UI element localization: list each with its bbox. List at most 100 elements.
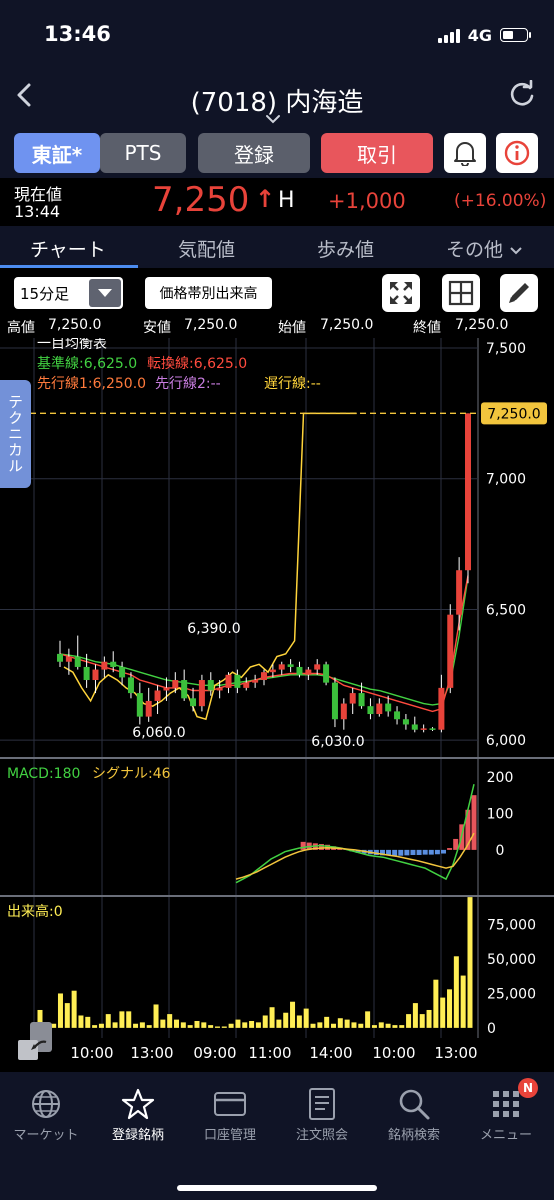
up-arrow-icon: ↑ xyxy=(255,185,276,213)
volume-bar xyxy=(71,990,77,1028)
volume-bar xyxy=(399,1025,405,1028)
volume-bar xyxy=(112,1022,118,1028)
interval-select[interactable]: 15分足 xyxy=(14,277,123,309)
market-tse-button[interactable]: 東証* xyxy=(14,133,100,173)
tab-chart[interactable]: チャート xyxy=(30,235,106,262)
macd-histogram-bar xyxy=(471,795,477,850)
candle-body xyxy=(154,690,161,701)
grid-layout-icon[interactable] xyxy=(442,274,480,312)
macd-histogram-bar xyxy=(300,841,306,850)
bottom-nav-market[interactable]: マーケット xyxy=(0,1084,92,1143)
volume-bar xyxy=(385,1023,391,1028)
volume-bar xyxy=(303,1008,309,1028)
tab-other[interactable]: その他 xyxy=(446,235,523,262)
bottom-nav-search[interactable]: 銘柄検索 xyxy=(368,1084,460,1143)
candle-body xyxy=(305,669,312,675)
volume-bar xyxy=(276,1019,282,1028)
candle-body xyxy=(163,687,170,691)
time-tick-label: 10:00 xyxy=(372,1044,415,1062)
register-button[interactable]: 登録 xyxy=(198,133,310,173)
macd-histogram-bar xyxy=(434,849,440,855)
volume-bar xyxy=(351,1022,357,1028)
macd-histogram-bar xyxy=(422,849,428,855)
candle-body xyxy=(340,703,347,720)
candle-body xyxy=(314,664,321,670)
signal-title: シグナル:46 xyxy=(92,766,171,782)
candle-body xyxy=(456,570,463,615)
volume-bar xyxy=(153,1004,159,1028)
low-label: 安値 xyxy=(143,320,171,336)
market-pts-button[interactable]: PTS xyxy=(100,133,186,173)
volume-bar xyxy=(447,989,453,1028)
volume-bar xyxy=(419,1014,425,1028)
scroll-to-latest-icon[interactable] xyxy=(14,1018,58,1062)
macd-tick-label: 100 xyxy=(487,806,514,822)
volume-profile-button[interactable]: 価格帯別出来高 xyxy=(145,277,272,309)
globe-icon xyxy=(32,1090,60,1118)
volume-bar xyxy=(167,1014,173,1028)
pencil-icon[interactable] xyxy=(500,274,538,312)
volume-bar xyxy=(255,1022,261,1028)
time-tick-label: 11:00 xyxy=(248,1044,291,1062)
candle-body xyxy=(243,682,250,688)
open-value: 7,250.0 xyxy=(320,317,374,333)
time-tick-label: 09:00 xyxy=(193,1044,236,1062)
refresh-icon[interactable] xyxy=(508,79,536,115)
candle-body xyxy=(420,728,427,730)
candle-body xyxy=(394,711,401,720)
volume-bar xyxy=(249,1020,255,1028)
volume-bar xyxy=(92,1025,98,1028)
bottom-nav-menu[interactable]: N メニュー xyxy=(460,1078,552,1143)
notification-badge: N xyxy=(518,1078,538,1098)
technical-side-tab[interactable]: テクニカル xyxy=(0,380,31,488)
price-annotation: 6,030.0 xyxy=(311,734,364,750)
home-indicator xyxy=(177,1185,377,1191)
volume-bar xyxy=(392,1025,398,1028)
status-bar: 13:46 4G xyxy=(0,0,554,66)
volume-bar xyxy=(180,1022,186,1028)
tab-quotes[interactable]: 気配値 xyxy=(178,235,235,262)
candle-body xyxy=(385,703,392,712)
stock-chart[interactable]: 7,500 7,000 6,500 6,000 7,250.0 6,390.0 6,060.… xyxy=(0,338,554,1072)
bell-icon[interactable] xyxy=(444,133,486,173)
candle-body xyxy=(287,664,294,667)
legend-senko1: 先行線1:6,250.0 xyxy=(37,376,146,392)
volume-bar xyxy=(296,1015,302,1028)
volume-bar xyxy=(330,1023,336,1028)
volume-bar xyxy=(64,1003,70,1028)
macd-tick-label: 0 xyxy=(496,843,505,859)
price-change-pct: (+16.00%) xyxy=(454,191,547,211)
bottom-nav-account[interactable]: 口座管理 xyxy=(184,1084,276,1143)
volume-bar xyxy=(365,1011,371,1028)
candle-body xyxy=(92,669,99,681)
chevron-down-icon[interactable] xyxy=(265,112,281,128)
candle-body xyxy=(234,674,241,688)
candle-body xyxy=(181,680,188,699)
trade-button[interactable]: 取引 xyxy=(321,133,433,173)
macd-histogram-bar xyxy=(392,849,398,856)
time-tick-label: 13:00 xyxy=(130,1044,173,1062)
volume-bar xyxy=(371,1025,377,1028)
volume-bar xyxy=(57,993,63,1028)
macd-histogram-bar xyxy=(398,849,404,856)
bottom-nav-watchlist[interactable]: 登録銘柄 xyxy=(92,1084,184,1143)
bottom-nav-orders[interactable]: 注文照会 xyxy=(276,1084,368,1143)
signal-icon xyxy=(437,27,460,43)
candle-body xyxy=(323,664,330,683)
close-value: 7,250.0 xyxy=(455,317,509,333)
ohlc-summary: 高値 7,250.0 安値 7,250.0 始値 7,250.0 終値 7,25… xyxy=(0,317,554,339)
legend-tenkan: 転換線:6,625.0 xyxy=(147,356,247,372)
tab-tick[interactable]: 歩み値 xyxy=(317,235,374,262)
bottom-nav-label: 登録銘柄 xyxy=(111,1128,164,1143)
fullscreen-icon[interactable] xyxy=(382,274,420,312)
macd-histogram-bar xyxy=(404,849,410,856)
high-value: 7,250.0 xyxy=(48,317,102,333)
info-icon[interactable] xyxy=(496,133,538,173)
status-icons: 4G xyxy=(437,24,531,46)
macd-histogram-bar xyxy=(447,848,453,850)
open-label: 始値 xyxy=(278,320,306,336)
candle-body xyxy=(119,666,126,678)
price-annotation: 6,060.0 xyxy=(132,725,185,741)
volume-bar xyxy=(426,1009,432,1028)
volume-tick-label: 50,000 xyxy=(487,952,536,968)
